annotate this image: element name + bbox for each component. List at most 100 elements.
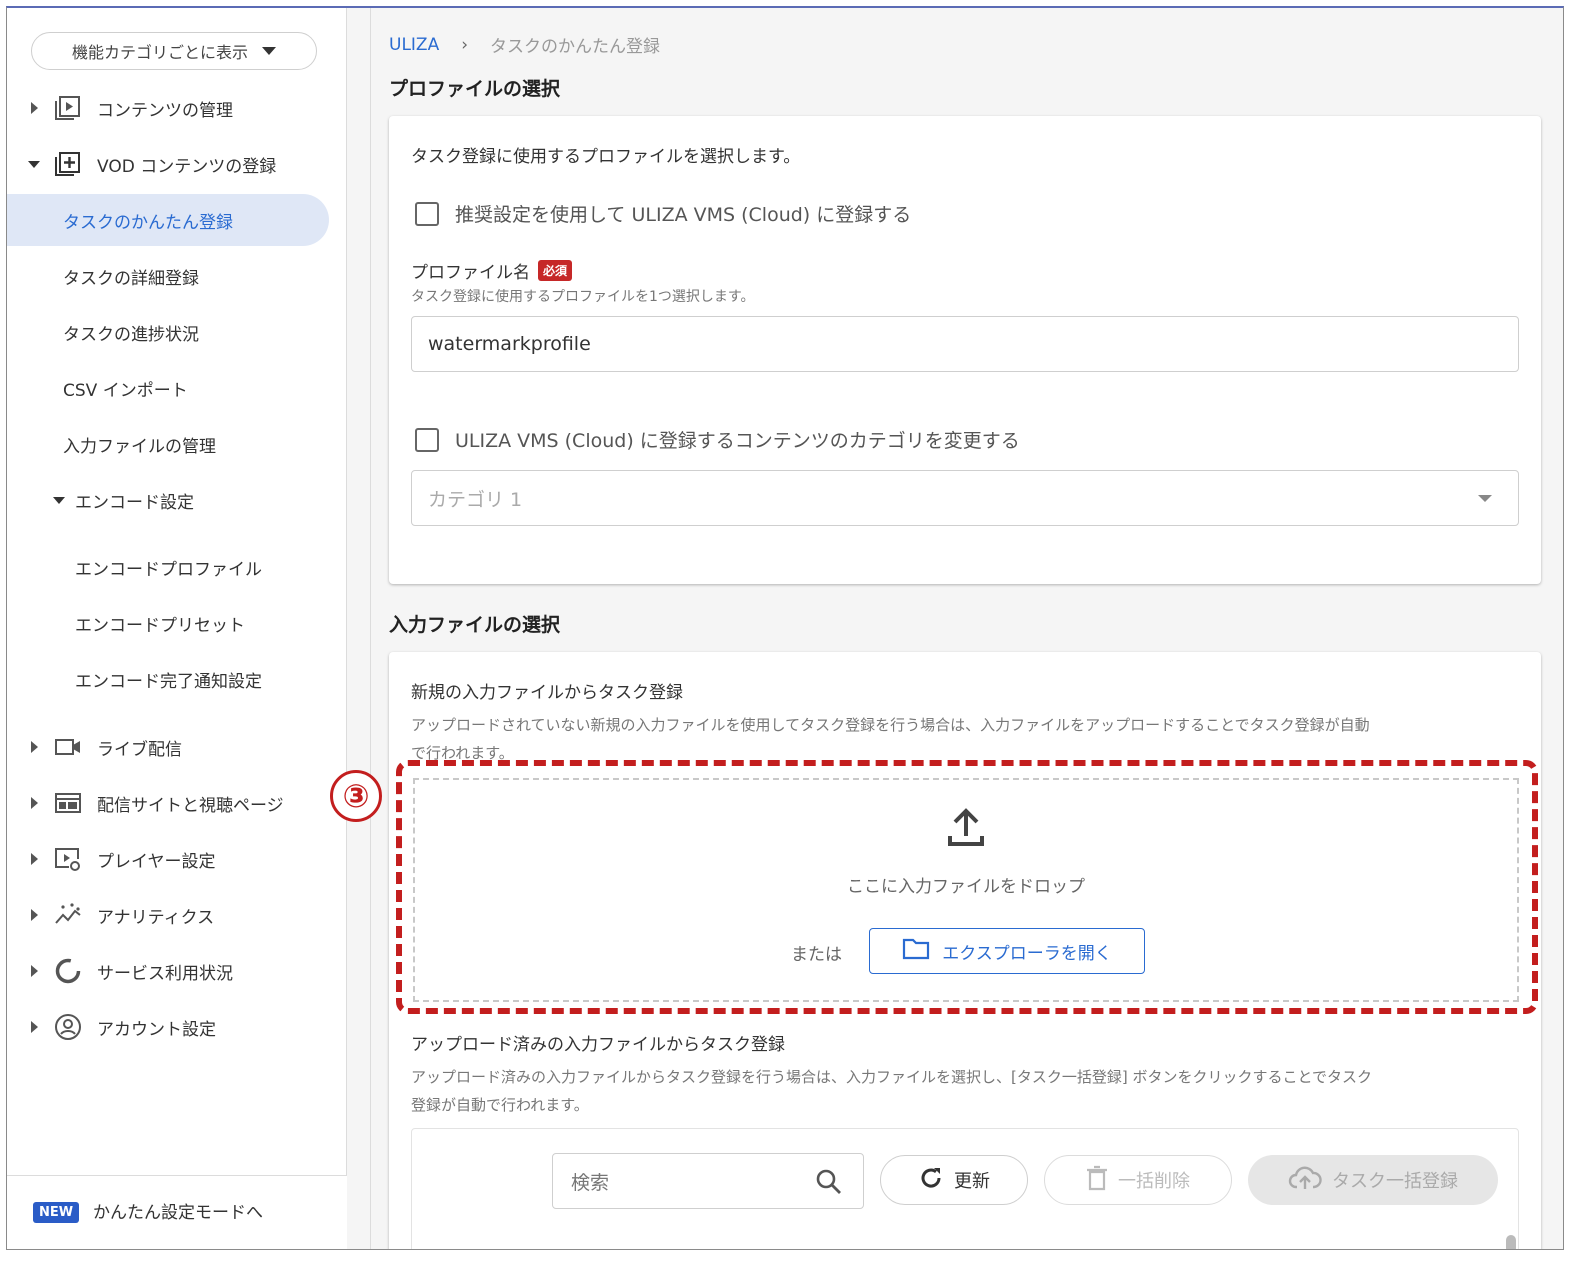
profile-section-title: プロファイルの選択: [389, 78, 561, 100]
category-view-select[interactable]: 機能カテゴリごとに表示: [31, 32, 317, 70]
chevron-down-icon: [1478, 495, 1492, 502]
sidebar-item-label: サービス利用状況: [97, 963, 233, 984]
account-circle-icon: [53, 1012, 83, 1042]
category-change-checkbox-label[interactable]: ULIZA VMS (Cloud) に登録するコンテンツのカテゴリを変更する: [455, 426, 1020, 453]
new-input-desc-line1: アップロードされていない新規の入力ファイルを使用してタスク登録を行う場合は、入力…: [411, 716, 1370, 734]
uploaded-input-desc-line1: アップロード済みの入力ファイルからタスク登録を行う場合は、入力ファイルを選択し、…: [411, 1068, 1373, 1086]
sidebar-item-task-progress[interactable]: タスクの進捗状況: [7, 306, 329, 358]
sidebar-item-label: エンコード設定: [75, 492, 194, 513]
bulk-delete-button[interactable]: 一括削除: [1044, 1155, 1232, 1205]
sidebar-item-input-files[interactable]: 入力ファイルの管理: [7, 418, 329, 470]
collapse-arrow-icon: [53, 496, 65, 504]
uploaded-files-panel: 検索 更新 一括削除 タスク一括登録: [411, 1128, 1519, 1249]
sidebar-item-encode-notify[interactable]: エンコード完了通知設定: [7, 653, 329, 705]
profile-name-label: プロファイル名 必須: [411, 258, 573, 283]
annotation-highlight-box: [396, 760, 1538, 1014]
table-scrollbar[interactable]: [1504, 1229, 1518, 1249]
uploaded-input-title: アップロード済みの入力ファイルからタスク登録: [411, 1035, 785, 1055]
recommended-checkbox[interactable]: [415, 202, 439, 226]
bulk-register-button[interactable]: タスク一括登録: [1248, 1155, 1498, 1205]
sidebar-item-label: タスクのかんたん登録: [63, 212, 233, 233]
sidebar-item-vod-register[interactable]: VOD コンテンツの登録: [7, 138, 337, 190]
expand-arrow-icon: [31, 102, 38, 114]
chevron-down-icon: [262, 47, 276, 55]
expand-arrow-icon: [31, 909, 38, 921]
new-input-title: 新規の入力ファイルからタスク登録: [411, 683, 683, 703]
expand-arrow-icon: [31, 853, 38, 865]
annotation-number: ③: [330, 770, 382, 822]
sidebar-item-sites[interactable]: 配信サイトと視聴ページ: [7, 777, 337, 829]
expand-arrow-icon: [31, 965, 38, 977]
profile-help-text: タスク登録に使用するプロファイルを1つ選択します。: [411, 289, 755, 305]
sidebar-item-label: タスクの進捗状況: [63, 324, 199, 345]
sidebar-item-detailed-task[interactable]: タスクの詳細登録: [7, 250, 329, 302]
breadcrumb: ULIZA › タスクのかんたん登録: [389, 32, 661, 58]
video-library-icon: [53, 93, 83, 123]
easy-mode-label: かんたん設定モードへ: [93, 1203, 263, 1223]
new-badge: NEW: [33, 1202, 80, 1223]
category-select-value: カテゴリ 1: [428, 488, 523, 511]
sidebar-item-player[interactable]: プレイヤー設定: [7, 833, 337, 885]
search-input[interactable]: 検索: [552, 1153, 864, 1209]
sidebar-item-label: エンコード完了通知設定: [75, 671, 262, 692]
uploaded-input-desc-line2: 登録が自動で行われます。: [411, 1096, 589, 1114]
refresh-icon: [918, 1165, 944, 1196]
sidebar-scrollbar[interactable]: [347, 8, 371, 1249]
cloud-upload-icon: [1288, 1165, 1322, 1196]
breadcrumb-root-link[interactable]: ULIZA: [389, 35, 439, 55]
video-camera-icon: [53, 732, 83, 762]
profile-name-field[interactable]: watermarkprofile: [411, 316, 1519, 372]
profile-description: タスク登録に使用するプロファイルを選択します。: [411, 147, 801, 167]
input-section-title: 入力ファイルの選択: [389, 614, 561, 636]
player-settings-icon: [53, 844, 83, 874]
required-badge: 必須: [538, 260, 573, 281]
refresh-label: 更新: [954, 1171, 990, 1192]
bulk-delete-label: 一括削除: [1118, 1171, 1190, 1192]
sidebar-item-usage[interactable]: サービス利用状況: [7, 945, 337, 997]
collapse-arrow-icon: [28, 160, 40, 168]
sidebar-item-content-management[interactable]: コンテンツの管理: [7, 82, 337, 134]
sidebar-item-easy-task[interactable]: タスクのかんたん登録: [7, 194, 329, 246]
sidebar-item-label: CSV インポート: [63, 380, 188, 401]
analytics-icon: [53, 900, 83, 930]
profile-name-text: プロファイル名: [411, 263, 530, 283]
refresh-button[interactable]: 更新: [880, 1155, 1028, 1205]
category-view-label: 機能カテゴリごとに表示: [71, 43, 248, 62]
sidebar-item-encode-profile[interactable]: エンコードプロファイル: [7, 541, 329, 593]
expand-arrow-icon: [31, 741, 38, 753]
sidebar-item-label: アナリティクス: [97, 907, 215, 928]
donut-chart-icon: [53, 956, 83, 986]
web-page-icon: [53, 788, 83, 818]
recommended-checkbox-label[interactable]: 推奨設定を使用して ULIZA VMS (Cloud) に登録する: [455, 200, 911, 227]
category-select[interactable]: カテゴリ 1: [411, 470, 1519, 526]
sidebar-item-account[interactable]: アカウント設定: [7, 1001, 337, 1053]
sidebar-item-label: コンテンツの管理: [97, 100, 233, 121]
sidebar-item-label: VOD コンテンツの登録: [97, 156, 277, 177]
search-placeholder: 検索: [571, 1171, 610, 1194]
sidebar-item-encode-settings[interactable]: エンコード設定: [7, 474, 329, 526]
sidebar-item-label: エンコードプロファイル: [75, 559, 262, 580]
category-change-checkbox[interactable]: [415, 428, 439, 452]
expand-arrow-icon: [31, 1021, 38, 1033]
easy-mode-link[interactable]: NEW かんたん設定モードへ: [7, 1175, 347, 1249]
sidebar-item-csv-import[interactable]: CSV インポート: [7, 362, 329, 414]
scrollbar-thumb[interactable]: [1506, 1235, 1516, 1249]
sidebar-item-live[interactable]: ライブ配信: [7, 721, 337, 773]
sidebar-item-analytics[interactable]: アナリティクス: [7, 889, 337, 941]
main-content: ULIZA › タスクのかんたん登録 プロファイルの選択 タスク登録に使用するプ…: [373, 8, 1563, 1249]
sidebar-item-encode-preset[interactable]: エンコードプリセット: [7, 597, 329, 649]
breadcrumb-separator: ›: [461, 34, 469, 55]
search-icon: [815, 1168, 843, 1201]
sidebar-item-label: ライブ配信: [97, 739, 182, 760]
breadcrumb-current: タスクのかんたん登録: [490, 37, 661, 57]
sidebar-item-label: 配信サイトと視聴ページ: [97, 795, 284, 816]
trash-icon: [1086, 1165, 1108, 1196]
sidebar-item-label: タスクの詳細登録: [63, 268, 199, 289]
sidebar-item-label: エンコードプリセット: [75, 615, 245, 636]
sidebar-item-label: 入力ファイルの管理: [63, 436, 216, 457]
app-window: 機能カテゴリごとに表示 コンテンツの管理 VOD コンテンツの登録 タスクのかん…: [6, 6, 1564, 1250]
sidebar-item-label: アカウント設定: [97, 1019, 216, 1040]
expand-arrow-icon: [31, 797, 38, 809]
bulk-register-label: タスク一括登録: [1332, 1171, 1458, 1192]
profile-card: タスク登録に使用するプロファイルを選択します。 推奨設定を使用して ULIZA …: [389, 116, 1541, 584]
